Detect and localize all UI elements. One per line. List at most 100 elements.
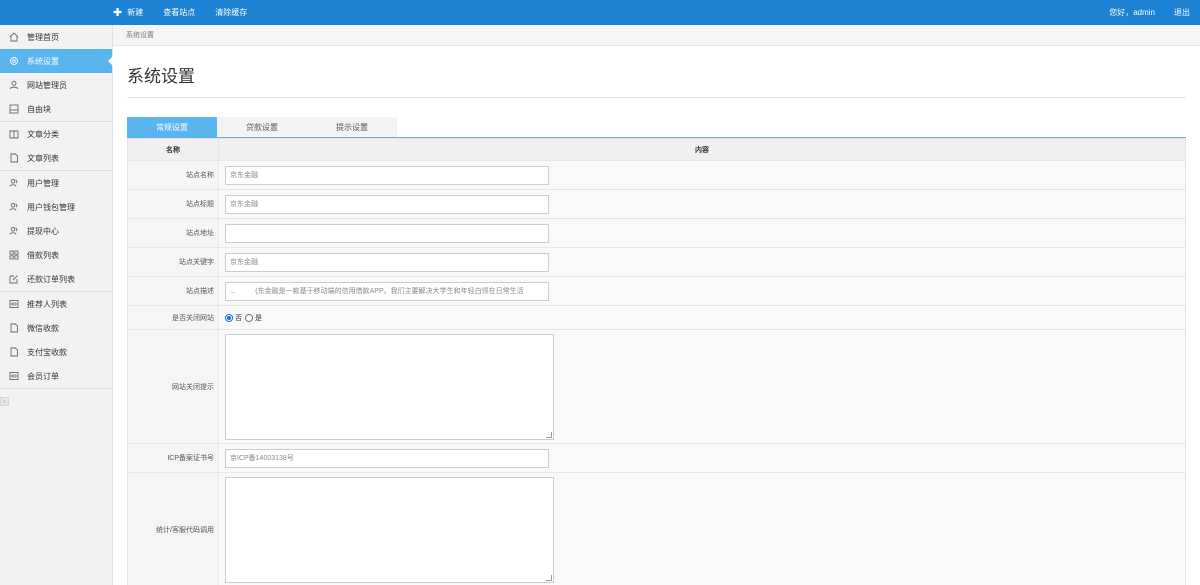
sidebar-item-repayment-orders[interactable]: 还款订单列表 (0, 267, 112, 291)
sidebar-item-label: 微信收款 (27, 323, 59, 333)
plus-icon: ✚ (113, 7, 123, 19)
sidebar-item-free-block[interactable]: 自由块 (0, 97, 112, 121)
book-icon (8, 129, 19, 140)
users-icon (8, 226, 19, 237)
edit-icon (8, 274, 19, 285)
user-icon (8, 80, 19, 91)
sidebar: 管理首页 系统设置 网站管理员 自由块 文章分类 文章列表 用户管理 用户钱包管… (0, 25, 113, 585)
breadcrumb: 系统设置 (113, 25, 1200, 46)
sidebar-item-label: 用户管理 (27, 178, 59, 188)
site-keywords-input[interactable]: 京东金融 (225, 252, 549, 272)
site-description-input[interactable]: ... (东金融是一款基于移动端的信用借款APP。我们主要解决大学生和年轻白领在… (225, 281, 549, 301)
sidebar-item-article-list[interactable]: 文章列表 (0, 146, 112, 170)
stats-code-label: 统计/客服代码调用 (127, 472, 219, 585)
file-icon (8, 323, 19, 334)
tab-loan-settings[interactable]: 贷款设置 (217, 117, 307, 138)
table-header-row: 名称 内容 (127, 138, 1186, 161)
home-icon (8, 32, 19, 43)
sidebar-item-alipay-payment[interactable]: 支付宝收款 (0, 340, 112, 364)
column-header-content: 内容 (218, 138, 1186, 161)
file-icon (8, 347, 19, 358)
sidebar-item-label: 系统设置 (27, 56, 59, 66)
sidebar-item-wallet-management[interactable]: 用户钱包管理 (0, 195, 112, 219)
breadcrumb-current: 系统设置 (126, 32, 154, 39)
card-icon (8, 371, 19, 382)
site-close-no-label: 否 (235, 314, 242, 322)
tab-general-settings[interactable]: 常规设置 (127, 117, 217, 138)
top-bar: ✚ 新建 查看站点 清除缓存 您好，admin 退出 (0, 0, 1200, 25)
site-keywords-cell: 京东金融 (218, 247, 1186, 277)
table-row: 站点地址 (127, 218, 1186, 248)
close-tip-textarea[interactable] (225, 333, 554, 440)
resize-grip-icon[interactable] (546, 575, 552, 581)
site-name-label: 站点名称 (127, 160, 219, 190)
new-button[interactable]: ✚ 新建 (113, 6, 143, 19)
top-nav: ✚ 新建 查看站点 清除缓存 (113, 0, 267, 25)
sidebar-item-label: 会员订单 (27, 371, 59, 381)
sidebar-item-site-admin[interactable]: 网站管理员 (0, 73, 112, 97)
site-close-radio-group: 否 是 (225, 313, 1185, 323)
site-title-label: 站点标题 (127, 189, 219, 219)
resize-grip-icon[interactable] (546, 431, 552, 438)
site-url-label: 站点地址 (127, 218, 219, 248)
site-description-label: 站点描述 (127, 276, 219, 306)
close-tip-label: 网站关闭提示 (127, 329, 219, 444)
logout-link[interactable]: 退出 (1174, 7, 1190, 18)
sidebar-item-user-management[interactable]: 用户管理 (0, 171, 112, 195)
sidebar-item-label: 支付宝收款 (27, 347, 67, 357)
users-icon (8, 202, 19, 213)
sidebar-item-article-category[interactable]: 文章分类 (0, 122, 112, 146)
page-title: 系统设置 (127, 67, 195, 86)
sidebar-item-member-orders[interactable]: 会员订单 (0, 364, 112, 388)
greeting: 您好，admin (1109, 8, 1155, 17)
sidebar-item-label: 推荐人列表 (27, 299, 67, 309)
icp-input[interactable]: 京ICP备14003138号 (225, 448, 549, 468)
site-url-cell (218, 218, 1186, 248)
site-close-yes-radio[interactable] (245, 313, 253, 322)
sidebar-item-label: 借款列表 (27, 250, 59, 260)
sidebar-item-label: 文章列表 (27, 153, 59, 163)
view-site-link[interactable]: 查看站点 (163, 7, 195, 18)
gear-icon (8, 56, 19, 67)
tab-tip-settings[interactable]: 提示设置 (307, 117, 397, 138)
sidebar-group-1: 管理首页 系统设置 网站管理员 自由块 (0, 25, 113, 122)
sidebar-item-system-settings[interactable]: 系统设置 (0, 49, 113, 73)
site-close-cell: 否 是 (218, 305, 1186, 330)
table-row: 统计/客服代码调用 (127, 472, 1186, 585)
icp-label: ICP备案证书号 (127, 443, 219, 473)
stats-code-cell (218, 472, 1186, 585)
sidebar-group-2: 文章分类 文章列表 (0, 122, 112, 171)
site-title-input[interactable]: 京东金融 (225, 194, 549, 214)
sidebar-collapse-toggle[interactable]: ‹ (0, 397, 9, 406)
users-icon (8, 178, 19, 189)
table-row: 站点标题 京东金融 (127, 189, 1186, 219)
block-icon (8, 104, 19, 115)
sidebar-item-referrer-list[interactable]: 推荐人列表 (0, 292, 112, 316)
site-close-no-radio[interactable] (225, 313, 233, 322)
site-url-input[interactable] (225, 223, 549, 243)
site-description-cell: ... (东金融是一款基于移动端的信用借款APP。我们主要解决大学生和年轻白领在… (218, 276, 1186, 306)
clear-cache-link[interactable]: 清除缓存 (215, 7, 247, 18)
grid-icon (8, 250, 19, 261)
table-row: 站点关键字 京东金融 (127, 247, 1186, 277)
sidebar-item-loan-list[interactable]: 借款列表 (0, 243, 112, 267)
table-row: 站点名称 京东金融 (127, 160, 1186, 190)
file-icon (8, 153, 19, 164)
sidebar-item-label: 文章分类 (27, 129, 59, 139)
table-row: 站点描述 ... (东金融是一款基于移动端的信用借款APP。我们主要解决大学生和… (127, 276, 1186, 306)
site-close-yes-label: 是 (255, 314, 262, 322)
sidebar-item-label: 用户钱包管理 (27, 202, 75, 212)
site-name-cell: 京东金融 (218, 160, 1186, 190)
stats-code-textarea[interactable] (225, 477, 554, 583)
sidebar-group-4: 推荐人列表 微信收款 支付宝收款 会员订单 (0, 292, 112, 389)
sidebar-item-wechat-payment[interactable]: 微信收款 (0, 316, 112, 340)
close-tip-cell (218, 329, 1186, 444)
site-name-input[interactable]: 京东金融 (225, 165, 549, 185)
sidebar-item-withdraw-center[interactable]: 提现中心 (0, 219, 112, 243)
sidebar-item-home[interactable]: 管理首页 (0, 25, 112, 49)
table-row: ICP备案证书号 京ICP备14003138号 (127, 443, 1186, 473)
sidebar-item-label: 提现中心 (27, 226, 59, 236)
settings-table: 名称 内容 站点名称 京东金融 站点标题 京东金融 站点地址 站点关键字 京东金… (127, 138, 1186, 585)
card-icon (8, 299, 19, 310)
top-right: 您好，admin 退出 (1090, 0, 1190, 25)
